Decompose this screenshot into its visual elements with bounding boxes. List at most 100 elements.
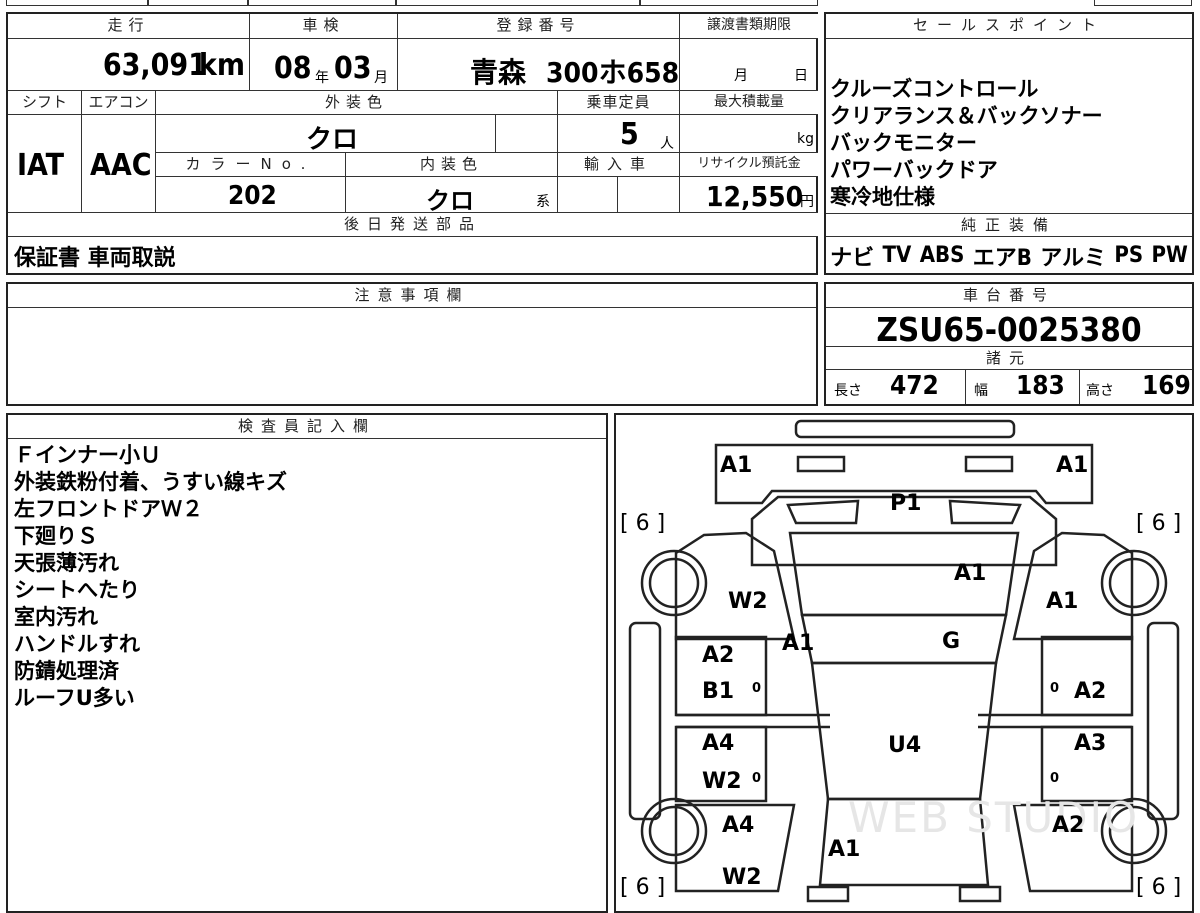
zero-left-front: 0 — [752, 681, 762, 696]
code-rear-glass: A1 — [828, 837, 861, 862]
tire-rl-value: 6 — [635, 875, 650, 900]
inspector-note: 天張薄汚れ — [14, 551, 119, 575]
vehicle-info-box: 走行 車検 登録番号 譲渡書類期限 63,091 km 08 年 03 月 青森… — [6, 12, 818, 275]
inspector-note: 下廻りＳ — [14, 524, 98, 548]
tire-fl-value: 6 — [635, 511, 650, 536]
code-windshield-lower: G — [942, 629, 961, 654]
capacity-value: 5 — [620, 117, 639, 152]
capacity-unit: 人 — [660, 136, 674, 152]
equipment-navi: ナビ — [830, 245, 875, 271]
notes-header: 注意事項欄 — [8, 284, 816, 308]
inspector-header: 検査員記入欄 — [8, 415, 606, 439]
exterior-color-cell: クロ — [156, 115, 496, 153]
left-front-fender — [674, 531, 796, 641]
mileage-cell: 63,091 km — [8, 39, 250, 91]
spec-width-cell: 幅 183 — [966, 370, 1080, 404]
tire-front-right-inner — [1108, 557, 1160, 609]
later-parts-header: 後日発送部品 — [8, 213, 818, 237]
watermark: WEB STUDIO — [848, 793, 1140, 842]
registration-header: 登録番号 — [398, 14, 680, 39]
inspector-note: シートへたり — [14, 578, 140, 602]
equipment-alloy: アルミ — [1040, 245, 1106, 271]
aircon-header: エアコン — [82, 91, 156, 115]
aircon-value: AAC — [90, 148, 152, 183]
right-rocker — [1146, 621, 1180, 821]
tire-front-left — [640, 549, 708, 617]
import-cell-2 — [618, 177, 680, 213]
inspector-note: 室内汚れ — [14, 605, 98, 629]
inspector-box: 検査員記入欄 Ｆインナー小Ｕ 外装鉄粉付着、うすい線キズ 左フロントドアＷ２ 下… — [6, 413, 608, 913]
code-left-front-door-2: B1 — [702, 679, 735, 704]
tire-fr-value: 6 — [1151, 511, 1166, 536]
code-right-front-fender: A1 — [1046, 589, 1079, 614]
sales-point-item: クリアランス＆バックソナー — [830, 104, 1103, 128]
aircon-cell: AAC — [82, 115, 156, 213]
rear-bumper-right — [958, 885, 1002, 903]
inspection-year: 08 — [274, 51, 312, 86]
color-no-header: カラーNo. — [156, 153, 346, 177]
spec-length-value: 472 — [890, 371, 939, 401]
code-right-rear-door: A3 — [1074, 731, 1107, 756]
rear-bumper-left — [806, 885, 850, 903]
sales-points-header: セールスポイント — [826, 14, 1192, 39]
genuine-equipment-list: ナビ TV ABS エアB アルミ PS PW — [826, 238, 1192, 273]
spec-width-value: 183 — [1016, 371, 1065, 401]
import-cell-1 — [558, 177, 618, 213]
equipment-abs: ABS — [919, 243, 965, 268]
equipment-ps: PS — [1114, 243, 1144, 268]
inspector-note: ルーフU多い — [14, 686, 135, 710]
tire-rl-bracket: [ 6 ] — [620, 875, 666, 900]
interior-color-header: 内装色 — [346, 153, 558, 177]
tire-rear-left — [640, 797, 708, 865]
mileage-header: 走行 — [8, 14, 250, 39]
notes-box: 注意事項欄 — [6, 282, 818, 406]
headlight-right — [964, 455, 1014, 473]
max-load-cell: kg — [680, 115, 818, 153]
top-fragment-4 — [396, 0, 640, 6]
color-no-value: 202 — [228, 181, 277, 211]
code-right-rear-fender: A2 — [1052, 813, 1085, 838]
inspector-note: 左フロントドアＷ２ — [14, 497, 203, 521]
tire-front-right — [1100, 549, 1168, 617]
right-front-fender — [1012, 531, 1134, 641]
code-left-rear-door-1: A4 — [702, 731, 735, 756]
inspection-month-unit: 月 — [374, 70, 388, 86]
later-parts-value: 保証書 車両取説 — [14, 246, 176, 271]
tire-fr-bracket: [ 6 ] — [1136, 511, 1182, 536]
left-rocker — [628, 621, 662, 821]
top-fragment-right — [1094, 0, 1192, 6]
interior-color-value: クロ — [426, 187, 474, 213]
top-fragment-left — [6, 0, 148, 6]
code-right-front-door: A2 — [1074, 679, 1107, 704]
transfer-deadline-header: 譲渡書類期限 — [680, 14, 818, 39]
shift-cell: IAT — [8, 115, 82, 213]
capacity-cell: 5 人 — [558, 115, 680, 153]
top-fragment-3 — [248, 0, 396, 6]
code-hood: P1 — [890, 491, 922, 516]
sales-point-item: バックモニター — [830, 131, 977, 155]
tire-front-left-inner — [648, 557, 700, 609]
equipment-airbag: エアB — [972, 245, 1032, 271]
zero-left-rear: 0 — [752, 771, 762, 786]
spec-height-value: 169 — [1142, 371, 1191, 401]
front-bumper-strip — [794, 419, 1016, 439]
top-fragment-2 — [148, 0, 248, 6]
tire-rear-left-inner — [648, 805, 700, 857]
tire-rr-value: 6 — [1151, 875, 1166, 900]
hood-right-panel — [948, 499, 1022, 525]
spec-height-label: 高さ — [1086, 383, 1114, 399]
transfer-deadline-cell: 月 日 — [680, 39, 818, 91]
inspection-header: 車検 — [250, 14, 398, 39]
chassis-specs-box: 車台番号 ZSU65-0025380 諸元 長さ 472 幅 183 高さ 16… — [824, 282, 1194, 406]
interior-color-suffix: 系 — [536, 194, 550, 210]
inspector-note: Ｆインナー小Ｕ — [14, 443, 161, 467]
code-roof: U4 — [888, 733, 922, 758]
recycle-unit: 円 — [800, 194, 814, 210]
max-load-unit: kg — [797, 131, 814, 147]
spec-length-label: 長さ — [834, 383, 862, 399]
chassis-number-value: ZSU65-0025380 — [876, 310, 1142, 349]
tire-fl-bracket: [ 6 ] — [620, 511, 666, 536]
roof — [810, 661, 998, 801]
inspector-note: ハンドルすれ — [14, 632, 140, 656]
code-left-front-fender: W2 — [728, 589, 768, 614]
